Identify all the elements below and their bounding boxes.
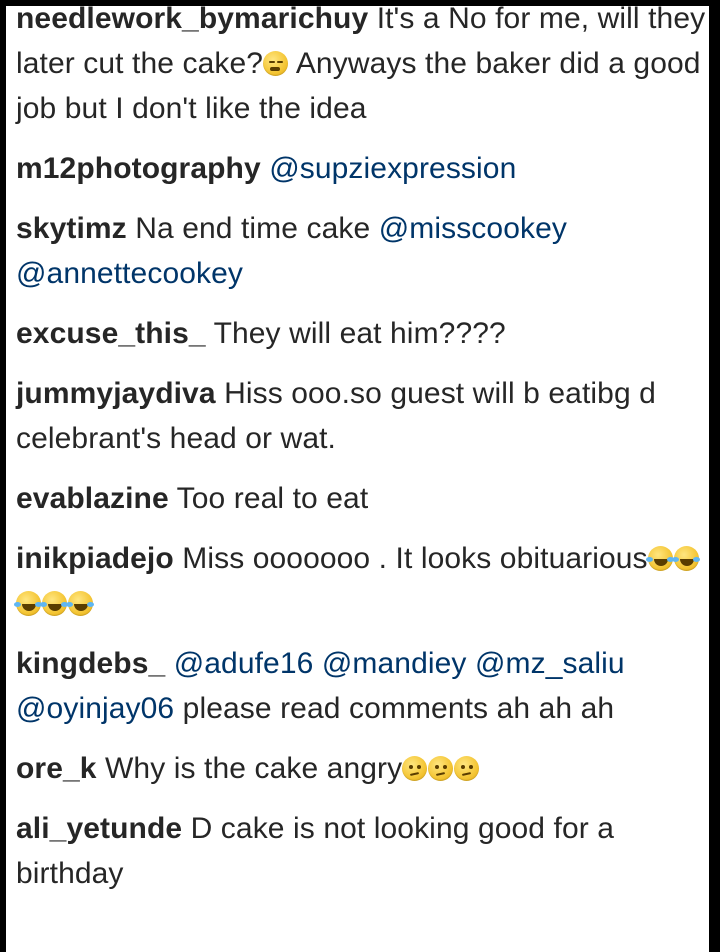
comment-text: Too real to eat: [176, 482, 369, 515]
tears-of-joy-icon: [14, 591, 41, 616]
comment-username[interactable]: kingdebs_: [16, 647, 165, 680]
comment-item: ore_k Why is the cake angry: [16, 746, 706, 791]
comment-item: jummyjaydiva Hiss ooo.so guest will b ea…: [16, 371, 706, 461]
comment-item: kingdebs_ @adufe16 @mandiey @mz_saliu @o…: [16, 641, 706, 731]
comment-text: please read comments ah ah ah: [174, 692, 615, 725]
persevering-face-icon: [263, 51, 289, 76]
comment-list: needlework_bymarichuy It's a No for me, …: [14, 6, 706, 896]
comment-text: They will eat him????: [213, 317, 506, 350]
comment-text: Miss ooooooo . It looks obituarious: [182, 542, 648, 575]
comment-username[interactable]: jummyjaydiva: [16, 377, 216, 410]
mention-link[interactable]: @misscookey: [379, 212, 567, 245]
comment-text: [313, 647, 321, 680]
comment-username[interactable]: inikpiadejo: [16, 542, 174, 575]
mention-link[interactable]: @supziexpression: [269, 152, 516, 185]
comment-username[interactable]: excuse_this_: [16, 317, 206, 350]
tears-of-joy-icon: [66, 591, 93, 616]
confused-face-icon: [428, 756, 454, 781]
comment-username[interactable]: needlework_bymarichuy: [16, 6, 368, 35]
mention-link[interactable]: @mandiey: [322, 647, 467, 680]
comment-username[interactable]: ore_k: [16, 752, 97, 785]
confused-face-icon: [402, 756, 428, 781]
comment-item: skytimz Na end time cake @misscookey @an…: [16, 206, 706, 296]
mention-link[interactable]: @annettecookey: [16, 257, 243, 290]
comment-item: evablazine Too real to eat: [16, 476, 706, 521]
confused-face-icon: [454, 756, 480, 781]
mention-link[interactable]: @adufe16: [174, 647, 314, 680]
tears-of-joy-icon: [645, 546, 673, 571]
comment-item: ali_yetunde D cake is not looking good f…: [16, 806, 706, 896]
comment-text: Na end time cake: [135, 212, 379, 245]
mention-link[interactable]: @oyinjay06: [16, 692, 174, 725]
mention-link[interactable]: @mz_saliu: [475, 647, 625, 680]
comment-username[interactable]: evablazine: [16, 482, 169, 515]
tears-of-joy-icon: [40, 591, 67, 616]
comment-username[interactable]: m12photography: [16, 152, 261, 185]
screenshot-frame: needlework_bymarichuy It's a No for me, …: [0, 0, 720, 952]
comments-panel: needlework_bymarichuy It's a No for me, …: [6, 6, 709, 952]
comment-item: needlework_bymarichuy It's a No for me, …: [16, 6, 706, 131]
comment-text: Why is the cake angry: [105, 752, 403, 785]
tears-of-joy-icon: [671, 546, 699, 571]
comment-item: m12photography @supziexpression: [16, 146, 706, 191]
comment-username[interactable]: ali_yetunde: [16, 812, 182, 845]
comment-item: excuse_this_ They will eat him????: [16, 311, 706, 356]
comment-item: inikpiadejo Miss ooooooo . It looks obit…: [14, 536, 706, 626]
comment-text: [467, 647, 475, 680]
comment-username[interactable]: skytimz: [16, 212, 127, 245]
